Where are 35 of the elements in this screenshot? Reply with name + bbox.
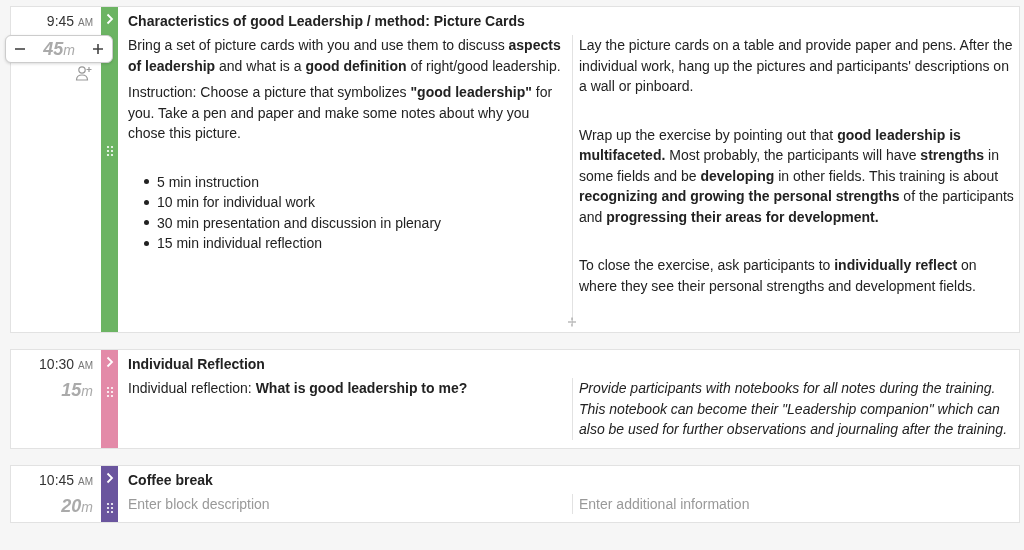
- drag-handle-icon[interactable]: [105, 501, 114, 514]
- plus-icon[interactable]: [92, 43, 104, 55]
- color-bar[interactable]: [101, 7, 118, 332]
- add-person-icon[interactable]: [75, 65, 93, 81]
- block-title[interactable]: Characteristics of good Leadership / method: Picture Cards: [128, 13, 1015, 29]
- start-time: 9:45 AM: [46, 13, 93, 29]
- block-title[interactable]: Coffee break: [128, 471, 1015, 488]
- duration: 20m: [61, 495, 93, 517]
- duration: 15m: [61, 380, 93, 401]
- chevron-icon[interactable]: [105, 13, 114, 25]
- notes-text: Lay the picture cards on a table and provide paper and pens. After the individual work, hang up the pictures and participants' descriptions on a wall or pinboard.: [579, 36, 1014, 96]
- list-item: 30 min presentation and discussion in plenary: [157, 213, 442, 233]
- list-item: 5 min instruction: [157, 172, 259, 192]
- start-time: 10:30 AM: [39, 356, 93, 372]
- bullet-icon: [144, 240, 149, 246]
- block-title[interactable]: Individual Reflection: [128, 356, 1015, 372]
- description-text: Individual reflection: What is good leadership to me?: [128, 379, 469, 398]
- list-item: 10 min for individual work: [157, 193, 315, 212]
- description-text: Bring a set of picture cards with you and use them to discuss aspects of leadership and what is a good definition of right/good leadership.: [128, 36, 562, 76]
- chevron-icon[interactable]: [105, 471, 114, 484]
- description-text: Instruction: Choose a picture that symbolizes "good leadership" for you. Take a pen and paper and make some notes about why you chose this picture.: [128, 83, 554, 143]
- notes-text: To close the exercise, ask participants to individually reflect on where they see their personal strengths and development fields.: [579, 256, 978, 296]
- notes-text: Wrap up the exercise by pointing out that good leadership is multifaceted. Most probably, the participants will have strengths in some fields and be developing in other fields. This training is about recognizing and growing the personal strengths of the participants and progressing their areas for development.: [579, 125, 1015, 227]
- color-bar[interactable]: [101, 465, 118, 522]
- bullet-icon: [144, 220, 149, 226]
- color-bar[interactable]: [101, 350, 118, 448]
- start-time: 10:45 AM: [39, 471, 93, 488]
- drag-handle-icon[interactable]: [105, 145, 114, 157]
- list-item: 15 min individual reflection: [157, 234, 322, 253]
- bullet-icon: [144, 199, 149, 205]
- notes-text: Provide participants with notebooks for all notes during the training. This notebook can become their "Leadership companion" which can also be used for further observations and journaling after the training.: [579, 379, 1009, 439]
- bullet-icon: [144, 179, 149, 185]
- resize-handle-icon[interactable]: [567, 316, 577, 328]
- drag-handle-icon[interactable]: [105, 386, 114, 398]
- duration: 45m: [43, 38, 75, 60]
